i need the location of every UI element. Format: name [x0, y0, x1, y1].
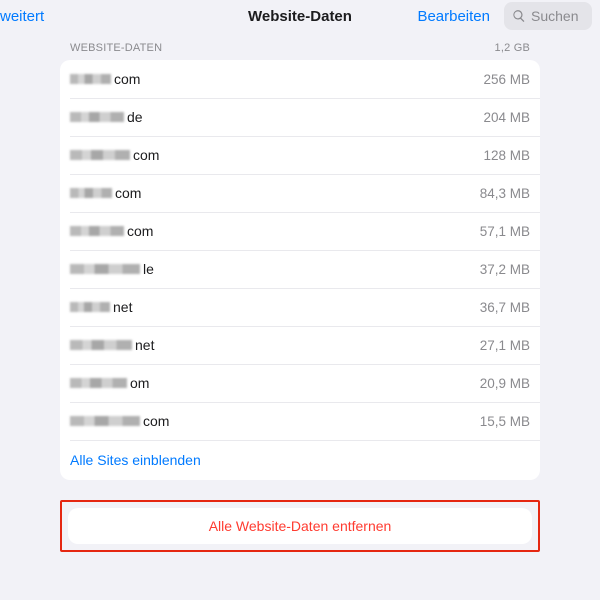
site-domain: de — [70, 109, 143, 125]
site-row[interactable]: com 84,3 MB — [60, 174, 540, 212]
site-row[interactable]: net 27,1 MB — [60, 326, 540, 364]
nav-bar: weitert Website-Daten Bearbeiten Suchen — [0, 0, 600, 32]
site-size: 128 MB — [483, 148, 530, 163]
domain-suffix: com — [133, 147, 159, 163]
redacted-segment — [70, 150, 130, 160]
search-icon — [512, 9, 526, 23]
site-domain: om — [70, 375, 149, 391]
site-size: 256 MB — [483, 72, 530, 87]
site-row[interactable]: om 20,9 MB — [60, 364, 540, 402]
redacted-segment — [70, 302, 110, 312]
site-size: 20,9 MB — [480, 376, 530, 391]
domain-suffix: net — [135, 337, 154, 353]
redacted-segment — [70, 112, 124, 122]
search-placeholder: Suchen — [531, 8, 578, 24]
redacted-segment — [70, 378, 127, 388]
site-row[interactable]: com 15,5 MB — [60, 402, 540, 440]
site-domain: com — [70, 185, 141, 201]
remove-all-button[interactable]: Alle Website-Daten entfernen — [68, 508, 532, 544]
section-header: WEBSITE-DATEN 1,2 GB — [60, 32, 540, 60]
redacted-segment — [70, 340, 132, 350]
domain-suffix: com — [115, 185, 141, 201]
site-size: 36,7 MB — [480, 300, 530, 315]
site-domain: net — [70, 337, 154, 353]
domain-suffix: com — [114, 71, 140, 87]
domain-suffix: de — [127, 109, 143, 125]
site-domain: net — [70, 299, 132, 315]
section-heading: WEBSITE-DATEN — [70, 42, 162, 54]
site-size: 27,1 MB — [480, 338, 530, 353]
site-row[interactable]: de 204 MB — [60, 98, 540, 136]
redacted-segment — [70, 416, 140, 426]
site-row[interactable]: net 36,7 MB — [60, 288, 540, 326]
site-row[interactable]: com 57,1 MB — [60, 212, 540, 250]
site-domain: le — [70, 261, 154, 277]
site-row[interactable]: com 128 MB — [60, 136, 540, 174]
back-button[interactable]: weitert — [0, 8, 44, 25]
site-domain: com — [70, 413, 169, 429]
site-size: 57,1 MB — [480, 224, 530, 239]
site-size: 204 MB — [483, 110, 530, 125]
site-domain: com — [70, 71, 140, 87]
domain-suffix: com — [127, 223, 153, 239]
show-all-link[interactable]: Alle Sites einblenden — [60, 440, 540, 480]
edit-button[interactable]: Bearbeiten — [417, 8, 490, 25]
site-domain: com — [70, 147, 159, 163]
search-field[interactable]: Suchen — [504, 2, 592, 30]
section-total: 1,2 GB — [495, 42, 530, 54]
site-size: 37,2 MB — [480, 262, 530, 277]
site-list: com 256 MB de 204 MB com 128 MB com 84,3 MB com 5… — [60, 60, 540, 480]
domain-suffix: le — [143, 261, 154, 277]
domain-suffix: net — [113, 299, 132, 315]
domain-suffix: com — [143, 413, 169, 429]
site-row[interactable]: com 256 MB — [60, 60, 540, 98]
site-row[interactable]: le 37,2 MB — [60, 250, 540, 288]
redacted-segment — [70, 226, 124, 236]
domain-suffix: om — [130, 375, 149, 391]
redacted-segment — [70, 264, 140, 274]
redacted-segment — [70, 74, 111, 84]
redacted-segment — [70, 188, 112, 198]
remove-highlight: Alle Website-Daten entfernen — [60, 500, 540, 552]
site-size: 84,3 MB — [480, 186, 530, 201]
site-domain: com — [70, 223, 153, 239]
site-size: 15,5 MB — [480, 414, 530, 429]
